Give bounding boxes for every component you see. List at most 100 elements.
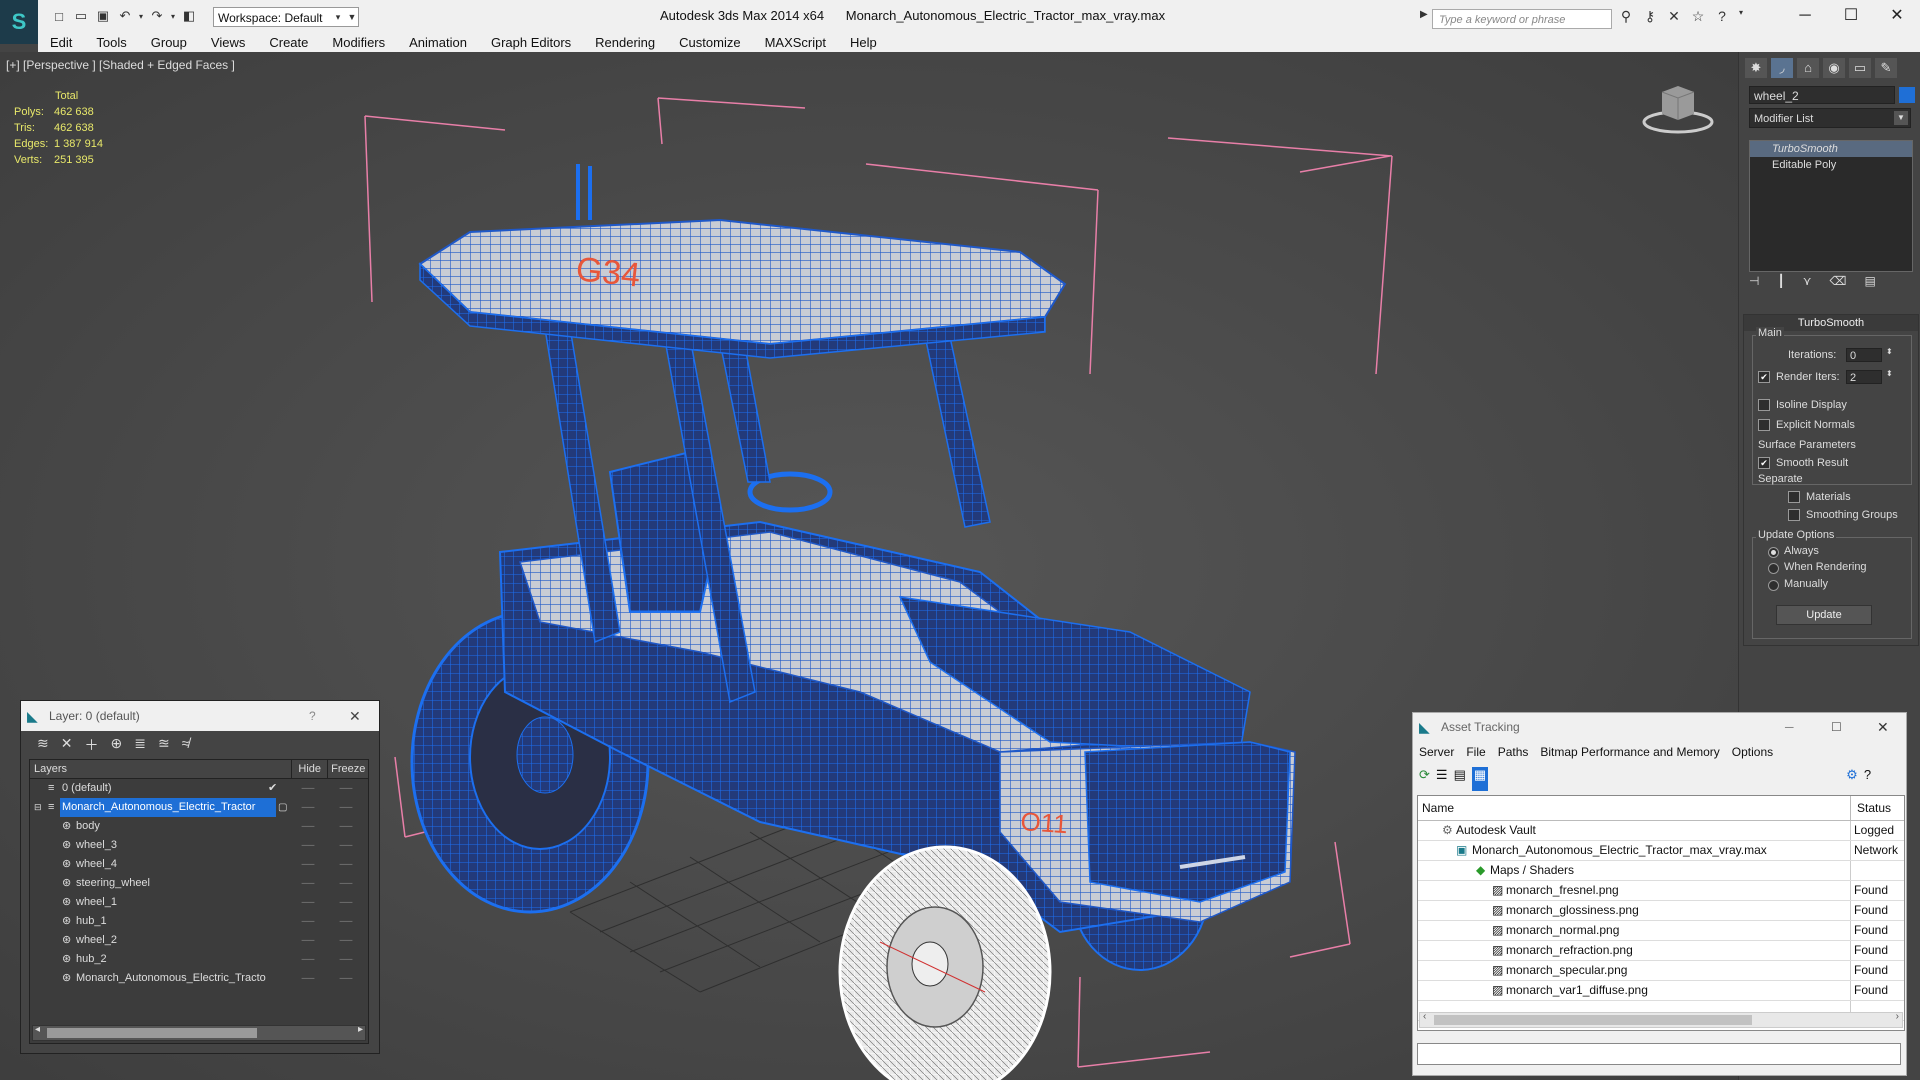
workspace-options-icon[interactable]: ▼: [344, 7, 360, 27]
select-objects-icon[interactable]: ⊕: [110, 735, 122, 761]
freeze-toggle[interactable]: ──: [336, 950, 356, 969]
hide-toggle[interactable]: ──: [298, 893, 318, 912]
hide-toggle[interactable]: ──: [298, 817, 318, 836]
menu-modifiers[interactable]: Modifiers: [320, 35, 397, 50]
layer-object-row[interactable]: ⊛ hub_1 ── ──: [30, 912, 368, 931]
update-manually-radio[interactable]: [1768, 580, 1779, 591]
freeze-toggle[interactable]: ──: [336, 931, 356, 950]
menu-create[interactable]: Create: [257, 35, 320, 50]
show-end-result-icon[interactable]: ┃: [1777, 274, 1784, 288]
maximize-button[interactable]: ☐: [1828, 0, 1874, 32]
exchange-icon[interactable]: ✕: [1664, 8, 1684, 25]
freeze-toggle[interactable]: ──: [336, 798, 356, 817]
set-current-icon[interactable]: ▢: [278, 798, 287, 817]
hide-toggle[interactable]: ──: [298, 950, 318, 969]
explicit-normals-checkbox[interactable]: [1758, 419, 1770, 431]
separate-smoothing-groups-checkbox[interactable]: [1788, 509, 1800, 521]
layer-object-row[interactable]: ⊛ Monarch_Autonomous_Electric_Tracto ── …: [30, 969, 368, 988]
scroll-right-icon[interactable]: ›: [1896, 1011, 1899, 1022]
modify-tab-icon[interactable]: ◞: [1771, 58, 1793, 78]
layer-object-row[interactable]: ⊛ steering_wheel ── ──: [30, 874, 368, 893]
maximize-button[interactable]: ☐: [1831, 713, 1842, 741]
minimize-button[interactable]: ─: [1782, 0, 1828, 32]
star-icon[interactable]: ☆: [1688, 8, 1708, 25]
col-status-header[interactable]: Status: [1850, 796, 1891, 820]
viewport-label[interactable]: [+] [Perspective ] [Shaded + Edged Faces…: [6, 58, 235, 72]
spinner-arrows-icon[interactable]: ⬍: [1886, 369, 1893, 378]
menu-server[interactable]: Server: [1413, 741, 1460, 763]
asset-row[interactable]: ▨ monarch_var1_diffuse.png Found: [1418, 981, 1904, 1001]
hide-toggle[interactable]: ──: [298, 855, 318, 874]
new-file-icon[interactable]: □: [48, 9, 70, 24]
modifier-list-dropdown[interactable]: Modifier List ▼: [1749, 108, 1911, 128]
render-iters-spinner[interactable]: 2: [1846, 370, 1882, 384]
menu-customize[interactable]: Customize: [667, 35, 752, 50]
redo-dropdown-icon[interactable]: ▾: [168, 12, 178, 21]
chevron-down-icon[interactable]: ▼: [1894, 111, 1908, 125]
scroll-left-icon[interactable]: ‹: [1423, 1011, 1426, 1022]
help-button[interactable]: ?: [309, 701, 316, 731]
help-dropdown-icon[interactable]: ▾: [1736, 8, 1746, 25]
menu-animation[interactable]: Animation: [397, 35, 479, 50]
layer-object-row[interactable]: ⊛ hub_2 ── ──: [30, 950, 368, 969]
col-layers-header[interactable]: Layers: [30, 760, 292, 778]
object-name-field[interactable]: wheel_2: [1749, 86, 1895, 104]
layer-object-row[interactable]: ⊛ wheel_3 ── ──: [30, 836, 368, 855]
hide-all-icon[interactable]: ≊: [158, 735, 170, 761]
menu-tools[interactable]: Tools: [84, 35, 138, 50]
menu-paths[interactable]: Paths: [1492, 741, 1535, 763]
hide-toggle[interactable]: ──: [298, 836, 318, 855]
asset-row[interactable]: ▣ Monarch_Autonomous_Electric_Tractor_ma…: [1418, 841, 1904, 861]
list-view-icon[interactable]: ☰: [1436, 767, 1448, 791]
layer-object-row[interactable]: ⊛ wheel_4 ── ──: [30, 855, 368, 874]
utilities-tab-icon[interactable]: ✎: [1875, 58, 1897, 78]
menu-options[interactable]: Options: [1726, 741, 1779, 763]
close-button[interactable]: ✕: [1877, 713, 1889, 741]
search-input[interactable]: Type a keyword or phrase: [1432, 9, 1612, 29]
detail-view-icon[interactable]: ▤: [1454, 767, 1466, 791]
collapse-icon[interactable]: ⊟: [34, 798, 42, 817]
object-color-swatch[interactable]: [1899, 87, 1915, 103]
layer-row[interactable]: ⊟ ≡ Monarch_Autonomous_Electric_Tractor …: [30, 798, 368, 817]
separate-materials-checkbox[interactable]: [1788, 491, 1800, 503]
update-button[interactable]: Update: [1776, 605, 1872, 625]
freeze-all-icon[interactable]: ≉: [182, 735, 190, 761]
asset-row[interactable]: ▨ monarch_specular.png Found: [1418, 961, 1904, 981]
menu-file[interactable]: File: [1460, 741, 1491, 763]
freeze-toggle[interactable]: ──: [336, 874, 356, 893]
save-icon[interactable]: ▣: [92, 8, 114, 24]
render-iters-checkbox[interactable]: ✔: [1758, 371, 1770, 383]
pin-stack-icon[interactable]: ⊣: [1749, 274, 1759, 288]
hide-toggle[interactable]: ──: [298, 912, 318, 931]
menu-maxscript[interactable]: MAXScript: [753, 35, 838, 50]
search-expand-icon[interactable]: ▶: [1420, 9, 1428, 20]
update-always-radio[interactable]: [1768, 547, 1779, 558]
close-button[interactable]: ✕: [349, 701, 361, 731]
menu-help[interactable]: Help: [838, 35, 889, 50]
asset-row[interactable]: ⚙ Autodesk Vault Logged: [1418, 821, 1904, 841]
menu-group[interactable]: Group: [139, 35, 199, 50]
undo-dropdown-icon[interactable]: ▾: [136, 12, 146, 21]
asset-row[interactable]: ▨ monarch_fresnel.png Found: [1418, 881, 1904, 901]
layer-window-titlebar[interactable]: ◣ Layer: 0 (default) ? ✕: [21, 701, 379, 731]
display-tab-icon[interactable]: ▭: [1849, 58, 1871, 78]
layer-object-row[interactable]: ⊛ wheel_2 ── ──: [30, 931, 368, 950]
close-button[interactable]: ✕: [1874, 0, 1920, 32]
spinner-arrows-icon[interactable]: ⬍: [1886, 347, 1893, 356]
key-icon[interactable]: ⚷: [1640, 8, 1660, 25]
layer-object-row[interactable]: ⊛ wheel_1 ── ──: [30, 893, 368, 912]
freeze-toggle[interactable]: ──: [336, 836, 356, 855]
asset-path-field[interactable]: [1417, 1043, 1901, 1065]
table-view-icon[interactable]: ▦: [1471, 767, 1489, 791]
update-when-rendering-radio[interactable]: [1768, 563, 1779, 574]
asset-row[interactable]: ▨ monarch_glossiness.png Found: [1418, 901, 1904, 921]
freeze-toggle[interactable]: ──: [336, 912, 356, 931]
binoculars-icon[interactable]: ⚲: [1616, 8, 1636, 25]
layer-object-row[interactable]: ⊛ body ── ──: [30, 817, 368, 836]
highlight-layer-icon[interactable]: ≣: [134, 735, 146, 761]
isoline-display-checkbox[interactable]: [1758, 399, 1770, 411]
asset-row[interactable]: ▨ monarch_refraction.png Found: [1418, 941, 1904, 961]
col-hide-header[interactable]: Hide: [292, 760, 329, 778]
make-unique-icon[interactable]: ⋎: [1803, 274, 1812, 288]
menu-graph-editors[interactable]: Graph Editors: [479, 35, 583, 50]
